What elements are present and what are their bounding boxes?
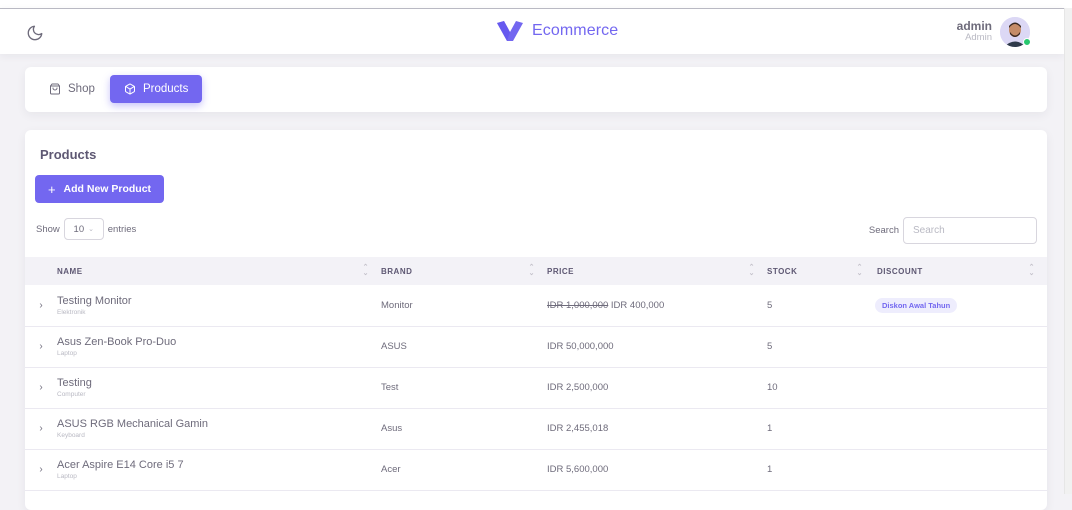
page-length-select[interactable]: 10 ⌄ [63,218,104,240]
product-discount [875,326,1047,367]
product-brand: Acer [381,464,401,475]
product-price: IDR 2,500,000 [547,382,609,393]
sort-icon: ⌃ ⌄ [528,264,535,277]
product-category: Laptop [57,472,77,480]
product-name: Acer Aspire E14 Core i5 7 [57,459,184,472]
search-input[interactable] [903,217,1037,244]
user-role: Admin [965,32,992,44]
navbar: Ecommerce admin Admin [0,8,1064,54]
product-category: Computer [57,390,86,398]
expand-row-icon[interactable]: › [25,464,57,475]
show-label: Show [36,223,60,235]
brand[interactable]: Ecommerce [497,21,618,41]
shopping-bag-icon [50,83,60,95]
product-stock: 10 [767,382,778,393]
product-sale-price: IDR 400,000 [610,299,665,311]
product-brand: Asus [381,423,403,434]
plus-icon: + [47,181,56,197]
sort-icon: ⌃ ⌄ [362,264,369,277]
tab-products[interactable]: Products [110,75,203,103]
window-top-bar [0,0,1072,8]
products-table: Name ⌃ ⌄ Brand ⌃ ⌄ Price ⌃ ⌄ Stock ⌃ ⌄ Discount ⌃… [25,257,1047,491]
product-category: Elektronik [57,308,86,316]
product-name: Asus Zen-Book Pro-Duo [57,336,177,349]
expand-row-icon[interactable]: › [25,341,57,352]
product-price: IDR 1,000,000 IDR 400,000 [547,285,767,326]
add-new-product-label: Add New Product [63,183,152,195]
page-length-control: Show 10 ⌄ entries [36,218,136,240]
product-discount: Diskon Awal Tahun [875,285,1047,326]
expand-row-icon[interactable]: › [25,300,57,311]
product-discount [875,367,1047,408]
product-stock: 1 [767,464,773,475]
sort-icon: ⌃ ⌄ [1028,264,1035,277]
search-label: Search [868,225,899,236]
chevron-down-icon: ⌄ [88,226,94,233]
tab-products-label: Products [143,83,189,95]
column-header-name[interactable]: Name ⌃ ⌄ [25,257,381,285]
column-header-price[interactable]: Price ⌃ ⌄ [547,257,767,285]
moon-icon[interactable] [26,24,44,42]
product-name: ASUS RGB Mechanical Gamin [57,418,208,431]
products-card: Products + Add New Product Show 10 ⌄ ent… [25,130,1047,510]
brand-logo-icon [497,21,523,41]
table-row[interactable]: › Testing Monitor Elektronik Monitor IDR 1… [25,285,1047,326]
sort-icon: ⌃ ⌄ [748,264,755,277]
product-brand: ASUS [381,341,407,352]
product-stock: 5 [767,299,773,311]
page-scrollbar[interactable] [1064,8,1072,494]
product-name: Testing [57,377,92,390]
nav-tabs-card: Shop Products [25,67,1047,112]
product-name: Testing Monitor [57,294,132,307]
product-price: IDR 2,455,018 [547,423,609,434]
page-length-value: 10 [73,223,85,235]
card-title: Products [40,147,97,162]
product-stock: 5 [767,341,773,352]
column-header-discount[interactable]: Discount ⌃ ⌄ [875,257,1047,285]
box-icon [125,83,135,95]
table-row[interactable]: › ASUS RGB Mechanical Gamin Keyboard Asus … [25,408,1047,449]
table-row[interactable]: › Testing Computer Test IDR 2,500,000 10 [25,367,1047,408]
table-row[interactable]: › Asus Zen-Book Pro-Duo Laptop ASUS IDR 50… [25,326,1047,367]
sort-icon: ⌃ ⌄ [856,264,863,277]
product-price: IDR 5,600,000 [547,464,609,475]
product-old-price: IDR 1,000,000 [547,299,609,311]
product-stock: 1 [767,423,773,434]
product-discount [875,449,1047,490]
product-price: IDR 50,000,000 [547,341,614,352]
table-header-row: Name ⌃ ⌄ Brand ⌃ ⌄ Price ⌃ ⌄ Stock ⌃ ⌄ Discount ⌃… [25,257,1047,285]
entries-label: entries [107,223,137,235]
table-row[interactable]: › Acer Aspire E14 Core i5 7 Laptop Acer ID… [25,449,1047,490]
product-category: Keyboard [57,431,85,439]
user-menu[interactable]: admin Admin [957,17,1031,47]
discount-badge: Diskon Awal Tahun [875,297,958,313]
product-brand: Monitor [381,299,413,311]
brand-name: Ecommerce [532,22,619,39]
expand-row-icon[interactable]: › [25,382,57,393]
search-control: Search [869,217,1037,244]
product-brand: Test [381,382,399,393]
tab-shop[interactable]: Shop [35,75,109,103]
column-header-stock[interactable]: Stock ⌃ ⌄ [767,257,875,285]
column-header-brand[interactable]: Brand ⌃ ⌄ [381,257,547,285]
product-category: Laptop [57,349,77,357]
expand-row-icon[interactable]: › [25,423,57,434]
product-discount [875,408,1047,449]
add-new-product-button[interactable]: + Add New Product [35,175,164,203]
online-status-dot [1023,38,1031,46]
tab-shop-label: Shop [68,83,95,95]
